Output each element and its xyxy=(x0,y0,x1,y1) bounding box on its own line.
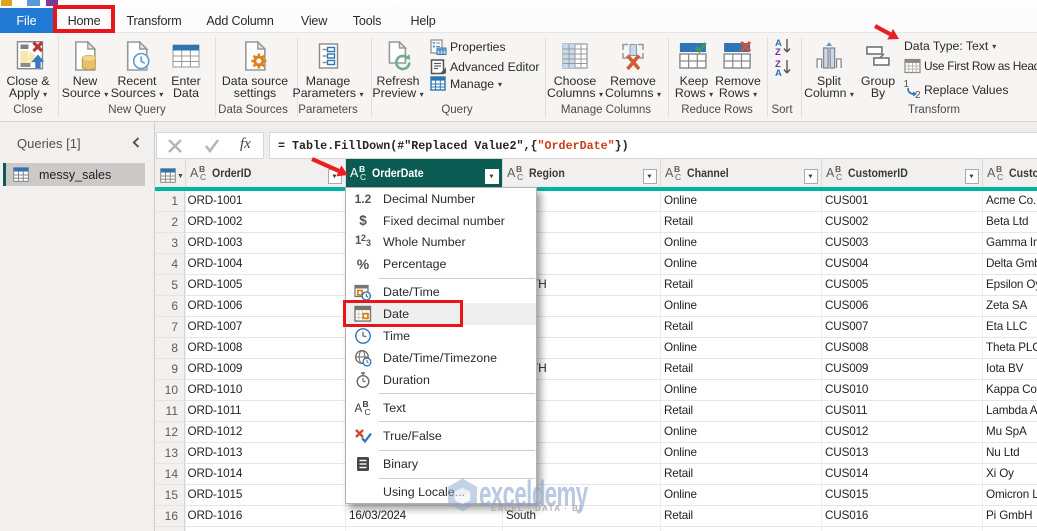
svg-text:A: A xyxy=(775,68,782,78)
svg-text:Z: Z xyxy=(775,47,781,57)
